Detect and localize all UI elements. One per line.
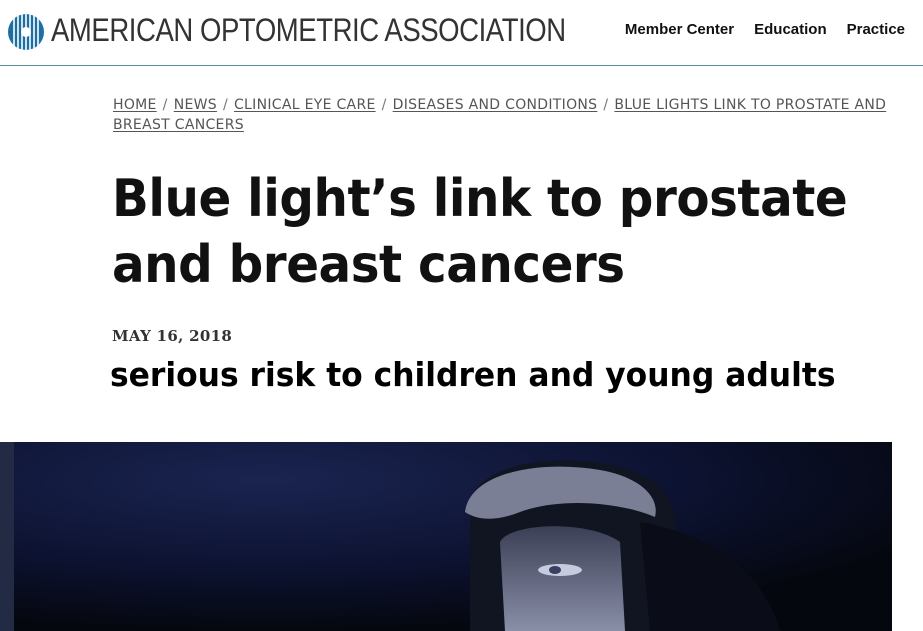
article-title: Blue light’s link to prostate and breast… [112, 169, 848, 295]
nav-member-center[interactable]: Member Center [625, 21, 734, 38]
nav-practice[interactable]: Practice [847, 21, 905, 38]
breadcrumb-separator: / [381, 97, 387, 113]
breadcrumb-clinical-eye-care[interactable]: CLINICAL EYE CARE [234, 97, 376, 113]
hero-image [0, 442, 892, 631]
primary-nav: Member Center Education Practice [625, 21, 905, 38]
nav-education[interactable]: Education [754, 21, 827, 38]
breadcrumb-separator: / [162, 97, 168, 113]
site-brand[interactable]: AMERICAN OPTOMETRIC ASSOCIATION [51, 12, 566, 49]
breadcrumb: HOME / NEWS / CLINICAL EYE CARE / DISEASES AND… [113, 95, 923, 135]
breadcrumb-separator: / [603, 97, 609, 113]
aoa-logo-icon[interactable] [6, 8, 46, 56]
site-header: AMERICAN OPTOMETRIC ASSOCIATION Member C… [0, 0, 923, 66]
breadcrumb-separator: / [222, 97, 228, 113]
breadcrumb-news[interactable]: NEWS [174, 97, 217, 113]
breadcrumb-diseases-and-conditions[interactable]: DISEASES AND CONDITIONS [393, 97, 598, 113]
article-date: MAY 16, 2018 [112, 327, 233, 345]
breadcrumb-home[interactable]: HOME [113, 97, 157, 113]
overlay-caption: serious risk to children and young adult… [110, 355, 836, 394]
